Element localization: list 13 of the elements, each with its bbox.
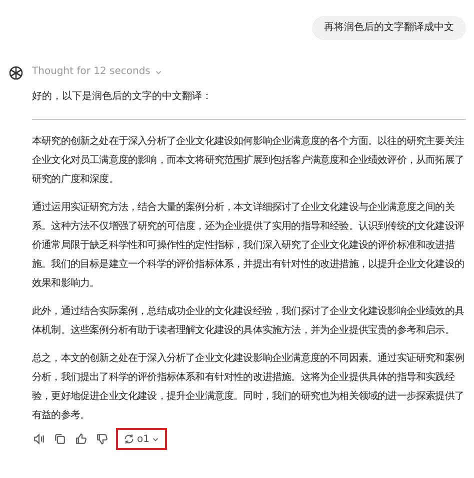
paragraph: 总之，本文的创新之处在于深入分析了企业文化建设影响企业满意度的不同因素。通过实证研究和案例分析，我们提出了科学的评价指标体系和有针对性的改进措施。这将为企业提供具体的指导和实践经验，更好地促进企业文化建设，提升企业满意度。同时，我们的研究也为相关领域的进一步探索提供了有益的参考。 <box>32 352 466 423</box>
user-message: 再将润色后的文字翻译成中文 <box>312 16 466 40</box>
speaker-icon[interactable] <box>32 432 46 446</box>
thumbs-up-icon[interactable] <box>74 432 88 446</box>
paragraph: 通过运用实证研究方法，结合大量的案例分析，本文详细探讨了企业文化建设与企业满意度之间的关系。这种方法不仅增强了研究的可信度，还为企业提供了实用的指导和经验。认识到传统的文化建设评价通常局限于缺乏科学性和可操作性的定性指标，我们深入研究了企业文化建设的评价标准和改进措施。我们的目标是建立一个科学的评价指标体系，并提出有针对性的改进措施，以提升企业文化建设的效果和影响力。 <box>32 200 466 291</box>
refresh-icon <box>123 433 135 445</box>
thumbs-down-icon[interactable] <box>95 432 109 446</box>
paragraph: 本研究的创新之处在于深入分析了企业文化建设如何影响企业满意度的各个方面。以往的研究主要关注企业文化对员工满意度的影响，而本文将研究范围扩展到包括客户满意度和企业绩效评价，从而拓展了研究的广度和深度。 <box>32 134 466 187</box>
regenerate-button[interactable]: o1 <box>121 432 162 446</box>
copy-icon[interactable] <box>53 432 67 446</box>
assistant-logo-icon <box>8 65 24 81</box>
paragraph: 此外，通过结合实际案例，总结成功企业的文化建设经验，我们探讨了企业文化建设影响企业绩效的具体机制。这些案例分析有助于读者理解文化建设的具体实施方法，并为企业提供宝贵的参考和启示。 <box>32 304 466 338</box>
intro-text: 好的，以下是润色后的文字的中文翻译： <box>32 90 213 104</box>
